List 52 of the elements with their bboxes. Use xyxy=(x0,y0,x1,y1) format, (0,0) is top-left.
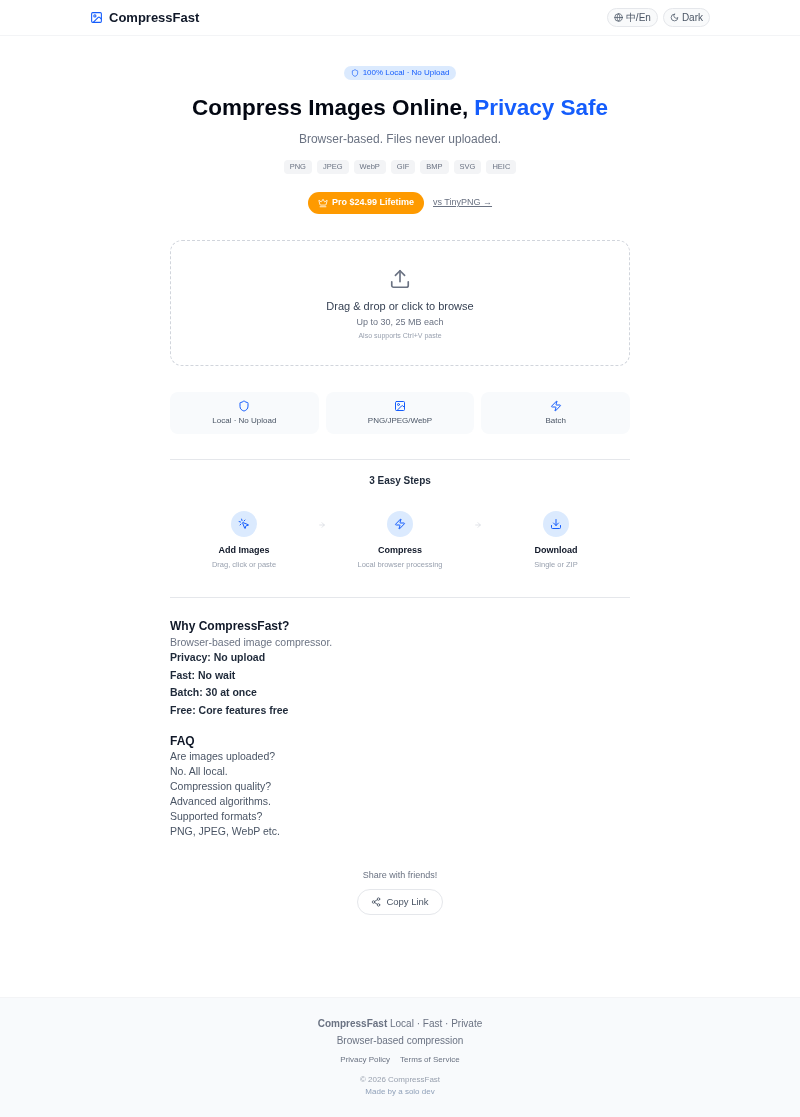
moon-icon xyxy=(669,13,679,22)
feature-point: Fast: No wait xyxy=(170,667,236,683)
footer-description: Browser-based compression xyxy=(336,1034,464,1048)
theme-button[interactable]: Dark xyxy=(662,8,710,27)
image-icon xyxy=(90,11,103,24)
faq-answer: No. All local. xyxy=(170,764,228,779)
section-intro: Browser-based image compressor. xyxy=(170,635,333,649)
feature-label: Batch xyxy=(545,416,566,426)
feature-point: Batch: 30 at once xyxy=(170,685,257,700)
footer-link[interactable]: Terms of Service xyxy=(400,1054,460,1065)
shield-icon xyxy=(350,69,359,77)
faq-answer: PNG, JPEG, WebP etc. xyxy=(170,824,280,839)
feature-point: Free: Core features free xyxy=(170,702,289,718)
image-icon xyxy=(394,400,406,412)
logo-text: CompressFast xyxy=(109,9,200,26)
lightning-icon xyxy=(387,511,413,537)
download-icon xyxy=(543,511,569,537)
shield-icon xyxy=(238,400,251,412)
copy-link-button[interactable]: Copy Link xyxy=(357,889,443,915)
share-icon xyxy=(371,897,382,907)
step-title: Download xyxy=(534,544,578,556)
section-title: FAQ xyxy=(170,733,195,749)
feature-label: Local · No Upload xyxy=(212,416,277,426)
faq-question: Compression quality? xyxy=(170,779,271,794)
lightning-icon xyxy=(549,400,562,412)
faq-question: Are images uploaded? xyxy=(170,749,276,764)
section-title: 3 Easy Steps xyxy=(369,475,431,487)
upload-icon xyxy=(389,268,411,290)
faq-answer: Advanced algorithms. xyxy=(170,794,271,809)
footer-tagline: CompressFast Local · Fast · Private xyxy=(317,1017,483,1031)
arrow-right-icon xyxy=(318,521,326,529)
cursor-click-icon xyxy=(231,511,257,537)
privacy-badge: 100% Local · No Upload xyxy=(343,66,457,80)
step-title: Add Images xyxy=(218,544,270,556)
share-prompt: Share with friends! xyxy=(362,869,438,881)
globe-icon xyxy=(613,13,623,22)
subtitle: Browser-based. Files never uploaded. xyxy=(298,131,502,148)
compare-link[interactable]: vs TinyPNG → xyxy=(433,196,493,210)
footer-link[interactable]: Privacy Policy xyxy=(340,1054,391,1065)
crown-icon xyxy=(317,198,328,208)
page-title: Compress Images Online, Privacy Safe xyxy=(191,94,609,122)
arrow-right-icon xyxy=(474,521,482,529)
drop-zone-title: Drag & drop or click to browse xyxy=(326,299,474,313)
faq-question: Supported formats? xyxy=(170,809,263,824)
feature-label: PNG/JPEG/WebP xyxy=(367,416,433,426)
feature-point: Privacy: No upload xyxy=(170,650,266,665)
credit-text: Made by a solo dev xyxy=(365,1086,435,1097)
copyright-text: © 2026 CompressFast xyxy=(359,1074,441,1085)
language-button[interactable]: 中/En xyxy=(606,8,658,27)
upload-limit: Up to 30, 25 MB each xyxy=(356,316,444,328)
section-title: Why CompressFast? xyxy=(170,618,290,634)
step-title: Compress xyxy=(378,544,422,556)
